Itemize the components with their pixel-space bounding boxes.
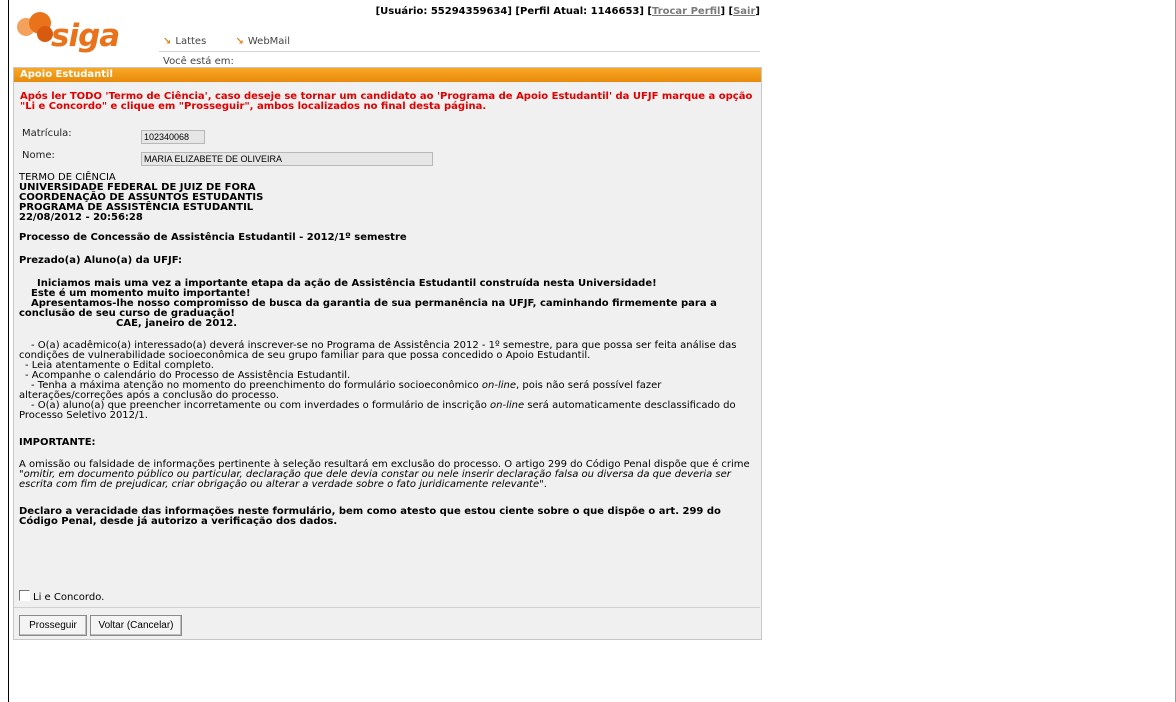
nome-field: MARIA ELIZABETE DE OLIVEIRA bbox=[141, 152, 433, 166]
lattes-link[interactable]: ↘ Lattes bbox=[163, 36, 206, 47]
siga-logo[interactable]: siga bbox=[17, 12, 135, 54]
terms-text: TERMO DE CIÊNCIA UNIVERSIDADE FEDERAL DE… bbox=[19, 173, 754, 527]
bullet-5: - O(a) aluno(a) que preencher incorretam… bbox=[19, 400, 736, 421]
orange-arrow-icon: ↘ bbox=[235, 36, 244, 47]
important-text: A omissão ou falsidade de informações pe… bbox=[19, 459, 750, 490]
agree-checkbox[interactable] bbox=[19, 590, 30, 601]
change-profile-link[interactable]: Trocar Perfil bbox=[652, 6, 721, 17]
nome-label: Nome: bbox=[22, 150, 55, 161]
user-profile-info: [Usuário: 55294359634] [Perfil Atual: 11… bbox=[375, 6, 652, 17]
nome-row: Nome: MARIA ELIZABETE DE OLIVEIRA bbox=[14, 148, 761, 167]
breadcrumb: Você está em: bbox=[163, 56, 234, 67]
proceed-button[interactable]: Prosseguir bbox=[19, 615, 87, 636]
button-divider bbox=[13, 607, 760, 608]
term-datetime: 22/08/2012 - 20:56:28 bbox=[19, 212, 143, 223]
bullet-1: - O(a) acadêmico(a) interessado(a) dever… bbox=[19, 340, 737, 361]
top-nav: ↘ Lattes ↘ WebMail bbox=[163, 36, 316, 47]
bullet-4: - Tenha a máxima atenção no momento do p… bbox=[19, 380, 662, 401]
agree-row: Li e Concordo. bbox=[19, 590, 104, 603]
back-cancel-button[interactable]: Voltar (Cancelar) bbox=[90, 615, 182, 636]
logo-text: siga bbox=[51, 18, 120, 54]
logout-link[interactable]: Sair bbox=[733, 6, 755, 17]
instruction-warning: Após ler TODO 'Termo de Ciência', caso d… bbox=[20, 91, 753, 112]
separator: ] [ bbox=[720, 6, 734, 17]
important-title: IMPORTANTE: bbox=[19, 437, 96, 448]
webmail-link-label: WebMail bbox=[247, 36, 290, 47]
signature: CAE, janeiro de 2012. bbox=[116, 318, 238, 329]
matricula-label: Matrícula: bbox=[22, 128, 72, 139]
bracket-close: ] bbox=[755, 6, 760, 17]
declaration: Declaro a veracidade das informações nes… bbox=[19, 506, 721, 527]
panel-title: Apoio Estudantil bbox=[14, 68, 761, 82]
orange-arrow-icon: ↘ bbox=[163, 36, 172, 47]
matricula-field: 102340068 bbox=[141, 130, 205, 144]
intro-line-3: Apresentamos-lhe nosso compromisso de bu… bbox=[19, 298, 717, 319]
lattes-link-label: Lattes bbox=[175, 36, 207, 47]
process-title: Processo de Concessão de Assistência Est… bbox=[19, 232, 407, 243]
agree-label[interactable]: Li e Concordo. bbox=[33, 592, 104, 603]
webmail-link[interactable]: ↘ WebMail bbox=[235, 36, 290, 47]
nav-divider bbox=[159, 51, 760, 52]
matricula-row: Matrícula: 102340068 bbox=[14, 126, 761, 145]
greeting: Prezado(a) Aluno(a) da UFJF: bbox=[19, 255, 182, 266]
